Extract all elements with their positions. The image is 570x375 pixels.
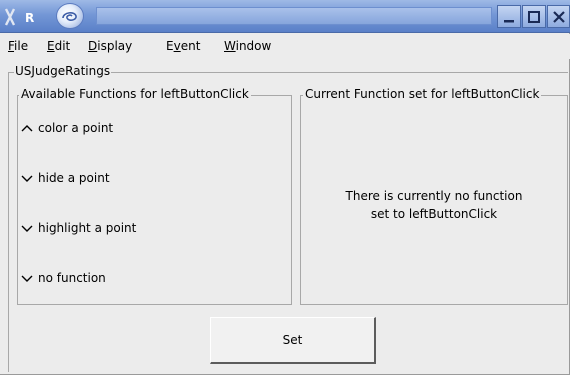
function-option-label: no function (38, 271, 106, 285)
chevron-down-icon (21, 225, 33, 232)
frame-title: USJudgeRatings (14, 64, 112, 78)
function-option-none[interactable]: no function (20, 270, 106, 286)
chevron-down-icon (21, 175, 33, 182)
function-option-label: highlight a point (38, 221, 137, 235)
x-r-app-icon[interactable]: R (4, 6, 48, 28)
chevron-up-icon (21, 125, 33, 132)
swirl-icon[interactable] (56, 3, 84, 29)
available-functions-title: Available Functions for leftButtonClick (19, 87, 251, 101)
chevron-down-icon (21, 275, 33, 282)
function-option-hide[interactable]: hide a point (20, 170, 110, 186)
menu-window[interactable]: Window (224, 39, 271, 53)
status-message-line2: set to leftButtonClick (370, 207, 498, 221)
current-function-group: Current Function set for leftButtonClick… (300, 87, 568, 305)
title-area[interactable] (96, 7, 492, 25)
maximize-button[interactable] (522, 5, 546, 28)
menu-file[interactable]: File (8, 39, 28, 53)
app-badge: R (25, 11, 34, 25)
current-function-title: Current Function set for leftButtonClick (303, 87, 542, 101)
function-option-color[interactable]: color a point (20, 120, 113, 136)
app-window: R File Edit Display Event Window USJudge… (0, 0, 570, 375)
title-bar[interactable]: R (0, 0, 570, 33)
close-icon (552, 10, 565, 23)
maximize-icon (528, 10, 540, 23)
close-button[interactable] (547, 5, 570, 28)
status-message-line1: There is currently no function (345, 189, 523, 203)
menu-bar: File Edit Display Event Window (0, 34, 570, 59)
function-option-highlight[interactable]: highlight a point (20, 220, 136, 236)
menu-edit[interactable]: Edit (47, 39, 70, 53)
menu-display[interactable]: Display (88, 39, 132, 53)
menu-event[interactable]: Event (166, 39, 200, 53)
minimize-button[interactable] (497, 5, 521, 28)
function-option-label: hide a point (38, 171, 110, 185)
set-button[interactable]: Set (210, 317, 376, 364)
function-option-label: color a point (38, 121, 114, 135)
minimize-icon (504, 19, 514, 22)
